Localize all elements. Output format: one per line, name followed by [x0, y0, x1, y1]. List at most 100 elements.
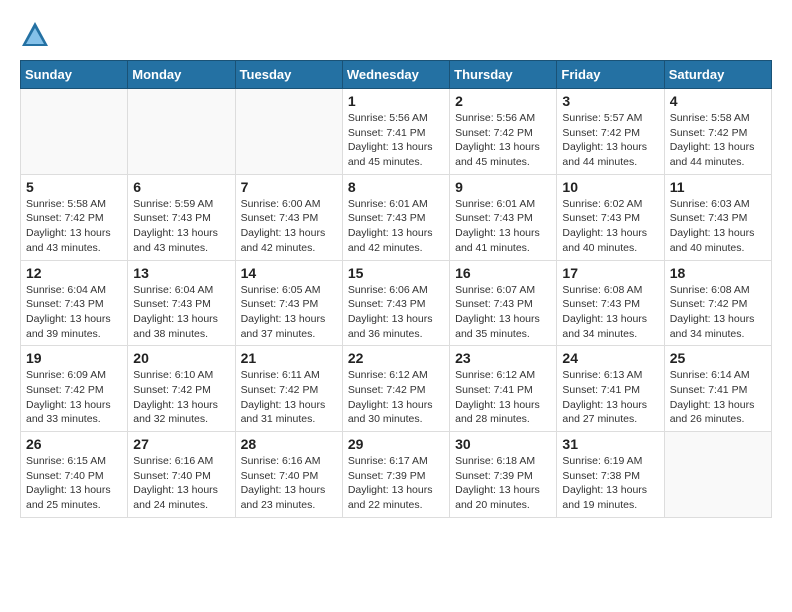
week-row-3: 12 Sunrise: 6:04 AM Sunset: 7:43 PM Dayli… [21, 260, 772, 346]
calendar-cell: 20Sunrise: 6:10 AM Sunset: 7:42 PM Dayli… [128, 346, 235, 432]
day-info: Sunrise: 6:11 AM Sunset: 7:42 PM Dayligh… [241, 368, 337, 427]
day-info: Sunrise: 6:04 AM Sunset: 7:43 PM Dayligh… [133, 283, 229, 342]
day-info: Sunrise: 6:17 AM Sunset: 7:39 PM Dayligh… [348, 454, 444, 513]
day-info: Sunrise: 6:03 AM Sunset: 7:43 PM Dayligh… [670, 197, 766, 256]
calendar-cell: 22 Sunrise: 6:12 AM Sunset: 7:42 PM Dayli… [342, 346, 449, 432]
day-info: Sunrise: 6:16 AM Sunset: 7:40 PM Dayligh… [133, 454, 229, 513]
calendar-cell: 4 Sunrise: 5:58 AM Sunset: 7:42 PM Daylig… [664, 89, 771, 175]
day-number: 15 [348, 265, 444, 281]
day-number: 26 [26, 436, 122, 452]
calendar-cell: 6Sunrise: 5:59 AM Sunset: 7:43 PM Daylig… [128, 174, 235, 260]
calendar-cell: 1 Sunrise: 5:56 AM Sunset: 7:41 PM Daylig… [342, 89, 449, 175]
logo-icon [20, 20, 50, 50]
calendar-cell: 29 Sunrise: 6:17 AM Sunset: 7:39 PM Dayli… [342, 432, 449, 518]
calendar-cell: 23 Sunrise: 6:12 AM Sunset: 7:41 PM Dayli… [450, 346, 557, 432]
day-header-sunday: Sunday [21, 61, 128, 89]
day-info: Sunrise: 6:14 AM Sunset: 7:41 PM Dayligh… [670, 368, 766, 427]
day-number: 6 [133, 179, 229, 195]
calendar-cell: 11 Sunrise: 6:03 AM Sunset: 7:43 PM Dayli… [664, 174, 771, 260]
day-info: Sunrise: 6:19 AM Sunset: 7:38 PM Dayligh… [562, 454, 658, 513]
day-header-tuesday: Tuesday [235, 61, 342, 89]
calendar-cell: 13 Sunrise: 6:04 AM Sunset: 7:43 PM Dayli… [128, 260, 235, 346]
day-number: 2 [455, 93, 551, 109]
calendar-cell [128, 89, 235, 175]
day-number: 24 [562, 350, 658, 366]
calendar-cell: 27 Sunrise: 6:16 AM Sunset: 7:40 PM Dayli… [128, 432, 235, 518]
day-number: 3 [562, 93, 658, 109]
calendar-cell: 19 Sunrise: 6:09 AM Sunset: 7:42 PM Dayli… [21, 346, 128, 432]
calendar-cell: 21 Sunrise: 6:11 AM Sunset: 7:42 PM Dayli… [235, 346, 342, 432]
week-row-5: 26 Sunrise: 6:15 AM Sunset: 7:40 PM Dayli… [21, 432, 772, 518]
calendar-cell: 15 Sunrise: 6:06 AM Sunset: 7:43 PM Dayli… [342, 260, 449, 346]
calendar-cell [235, 89, 342, 175]
day-header-thursday: Thursday [450, 61, 557, 89]
calendar-cell: 18 Sunrise: 6:08 AM Sunset: 7:42 PM Dayli… [664, 260, 771, 346]
calendar-table: SundayMondayTuesdayWednesdayThursdayFrid… [20, 60, 772, 518]
day-header-monday: Monday [128, 61, 235, 89]
day-number: 21 [241, 350, 337, 366]
day-header-saturday: Saturday [664, 61, 771, 89]
day-number: 14 [241, 265, 337, 281]
day-number: 9 [455, 179, 551, 195]
day-number: 4 [670, 93, 766, 109]
day-info: Sunrise: 6:00 AM Sunset: 7:43 PM Dayligh… [241, 197, 337, 256]
day-number: 22 [348, 350, 444, 366]
day-info: Sunrise: 6:08 AM Sunset: 7:42 PM Dayligh… [670, 283, 766, 342]
day-number: 30 [455, 436, 551, 452]
day-number: 17 [562, 265, 658, 281]
day-number: 23 [455, 350, 551, 366]
calendar-cell: 9 Sunrise: 6:01 AM Sunset: 7:43 PM Daylig… [450, 174, 557, 260]
day-number: 29 [348, 436, 444, 452]
calendar-cell [664, 432, 771, 518]
day-info: Sunrise: 6:10 AM Sunset: 7:42 PM Dayligh… [133, 368, 229, 427]
day-info: Sunrise: 5:57 AM Sunset: 7:42 PM Dayligh… [562, 111, 658, 170]
logo [20, 20, 54, 50]
calendar-cell [21, 89, 128, 175]
day-header-friday: Friday [557, 61, 664, 89]
day-number: 19 [26, 350, 122, 366]
calendar-cell: 12Sunrise: 6:04 AM Sunset: 7:43 PM Dayli… [21, 260, 128, 346]
day-number: 28 [241, 436, 337, 452]
calendar-cell: 10 Sunrise: 6:02 AM Sunset: 7:43 PM Dayli… [557, 174, 664, 260]
calendar-cell: 3 Sunrise: 5:57 AM Sunset: 7:42 PM Daylig… [557, 89, 664, 175]
day-info: Sunrise: 6:06 AM Sunset: 7:43 PM Dayligh… [348, 283, 444, 342]
week-row-4: 19 Sunrise: 6:09 AM Sunset: 7:42 PM Dayli… [21, 346, 772, 432]
calendar-cell: 7Sunrise: 6:00 AM Sunset: 7:43 PM Daylig… [235, 174, 342, 260]
day-number: 11 [670, 179, 766, 195]
day-info: Sunrise: 6:08 AM Sunset: 7:43 PM Dayligh… [562, 283, 658, 342]
day-info: Sunrise: 6:12 AM Sunset: 7:41 PM Dayligh… [455, 368, 551, 427]
day-info: Sunrise: 6:12 AM Sunset: 7:42 PM Dayligh… [348, 368, 444, 427]
day-info: Sunrise: 5:58 AM Sunset: 7:42 PM Dayligh… [670, 111, 766, 170]
calendar-cell: 2Sunrise: 5:56 AM Sunset: 7:42 PM Daylig… [450, 89, 557, 175]
calendar-cell: 5 Sunrise: 5:58 AM Sunset: 7:42 PM Daylig… [21, 174, 128, 260]
calendar-header-row: SundayMondayTuesdayWednesdayThursdayFrid… [21, 61, 772, 89]
calendar-cell: 30 Sunrise: 6:18 AM Sunset: 7:39 PM Dayli… [450, 432, 557, 518]
page-header [20, 20, 772, 50]
day-info: Sunrise: 6:09 AM Sunset: 7:42 PM Dayligh… [26, 368, 122, 427]
day-number: 5 [26, 179, 122, 195]
week-row-1: 1 Sunrise: 5:56 AM Sunset: 7:41 PM Daylig… [21, 89, 772, 175]
calendar-cell: 24 Sunrise: 6:13 AM Sunset: 7:41 PM Dayli… [557, 346, 664, 432]
day-info: Sunrise: 6:07 AM Sunset: 7:43 PM Dayligh… [455, 283, 551, 342]
day-number: 13 [133, 265, 229, 281]
day-info: Sunrise: 6:16 AM Sunset: 7:40 PM Dayligh… [241, 454, 337, 513]
day-number: 18 [670, 265, 766, 281]
calendar-cell: 8Sunrise: 6:01 AM Sunset: 7:43 PM Daylig… [342, 174, 449, 260]
day-number: 16 [455, 265, 551, 281]
day-info: Sunrise: 5:56 AM Sunset: 7:41 PM Dayligh… [348, 111, 444, 170]
calendar-cell: 17 Sunrise: 6:08 AM Sunset: 7:43 PM Dayli… [557, 260, 664, 346]
calendar-cell: 16 Sunrise: 6:07 AM Sunset: 7:43 PM Dayli… [450, 260, 557, 346]
day-info: Sunrise: 6:13 AM Sunset: 7:41 PM Dayligh… [562, 368, 658, 427]
day-info: Sunrise: 6:05 AM Sunset: 7:43 PM Dayligh… [241, 283, 337, 342]
day-info: Sunrise: 6:18 AM Sunset: 7:39 PM Dayligh… [455, 454, 551, 513]
day-number: 27 [133, 436, 229, 452]
day-number: 25 [670, 350, 766, 366]
day-info: Sunrise: 6:01 AM Sunset: 7:43 PM Dayligh… [348, 197, 444, 256]
day-info: Sunrise: 6:15 AM Sunset: 7:40 PM Dayligh… [26, 454, 122, 513]
day-info: Sunrise: 6:01 AM Sunset: 7:43 PM Dayligh… [455, 197, 551, 256]
day-info: Sunrise: 6:02 AM Sunset: 7:43 PM Dayligh… [562, 197, 658, 256]
day-info: Sunrise: 5:58 AM Sunset: 7:42 PM Dayligh… [26, 197, 122, 256]
day-number: 10 [562, 179, 658, 195]
day-number: 1 [348, 93, 444, 109]
day-number: 12 [26, 265, 122, 281]
